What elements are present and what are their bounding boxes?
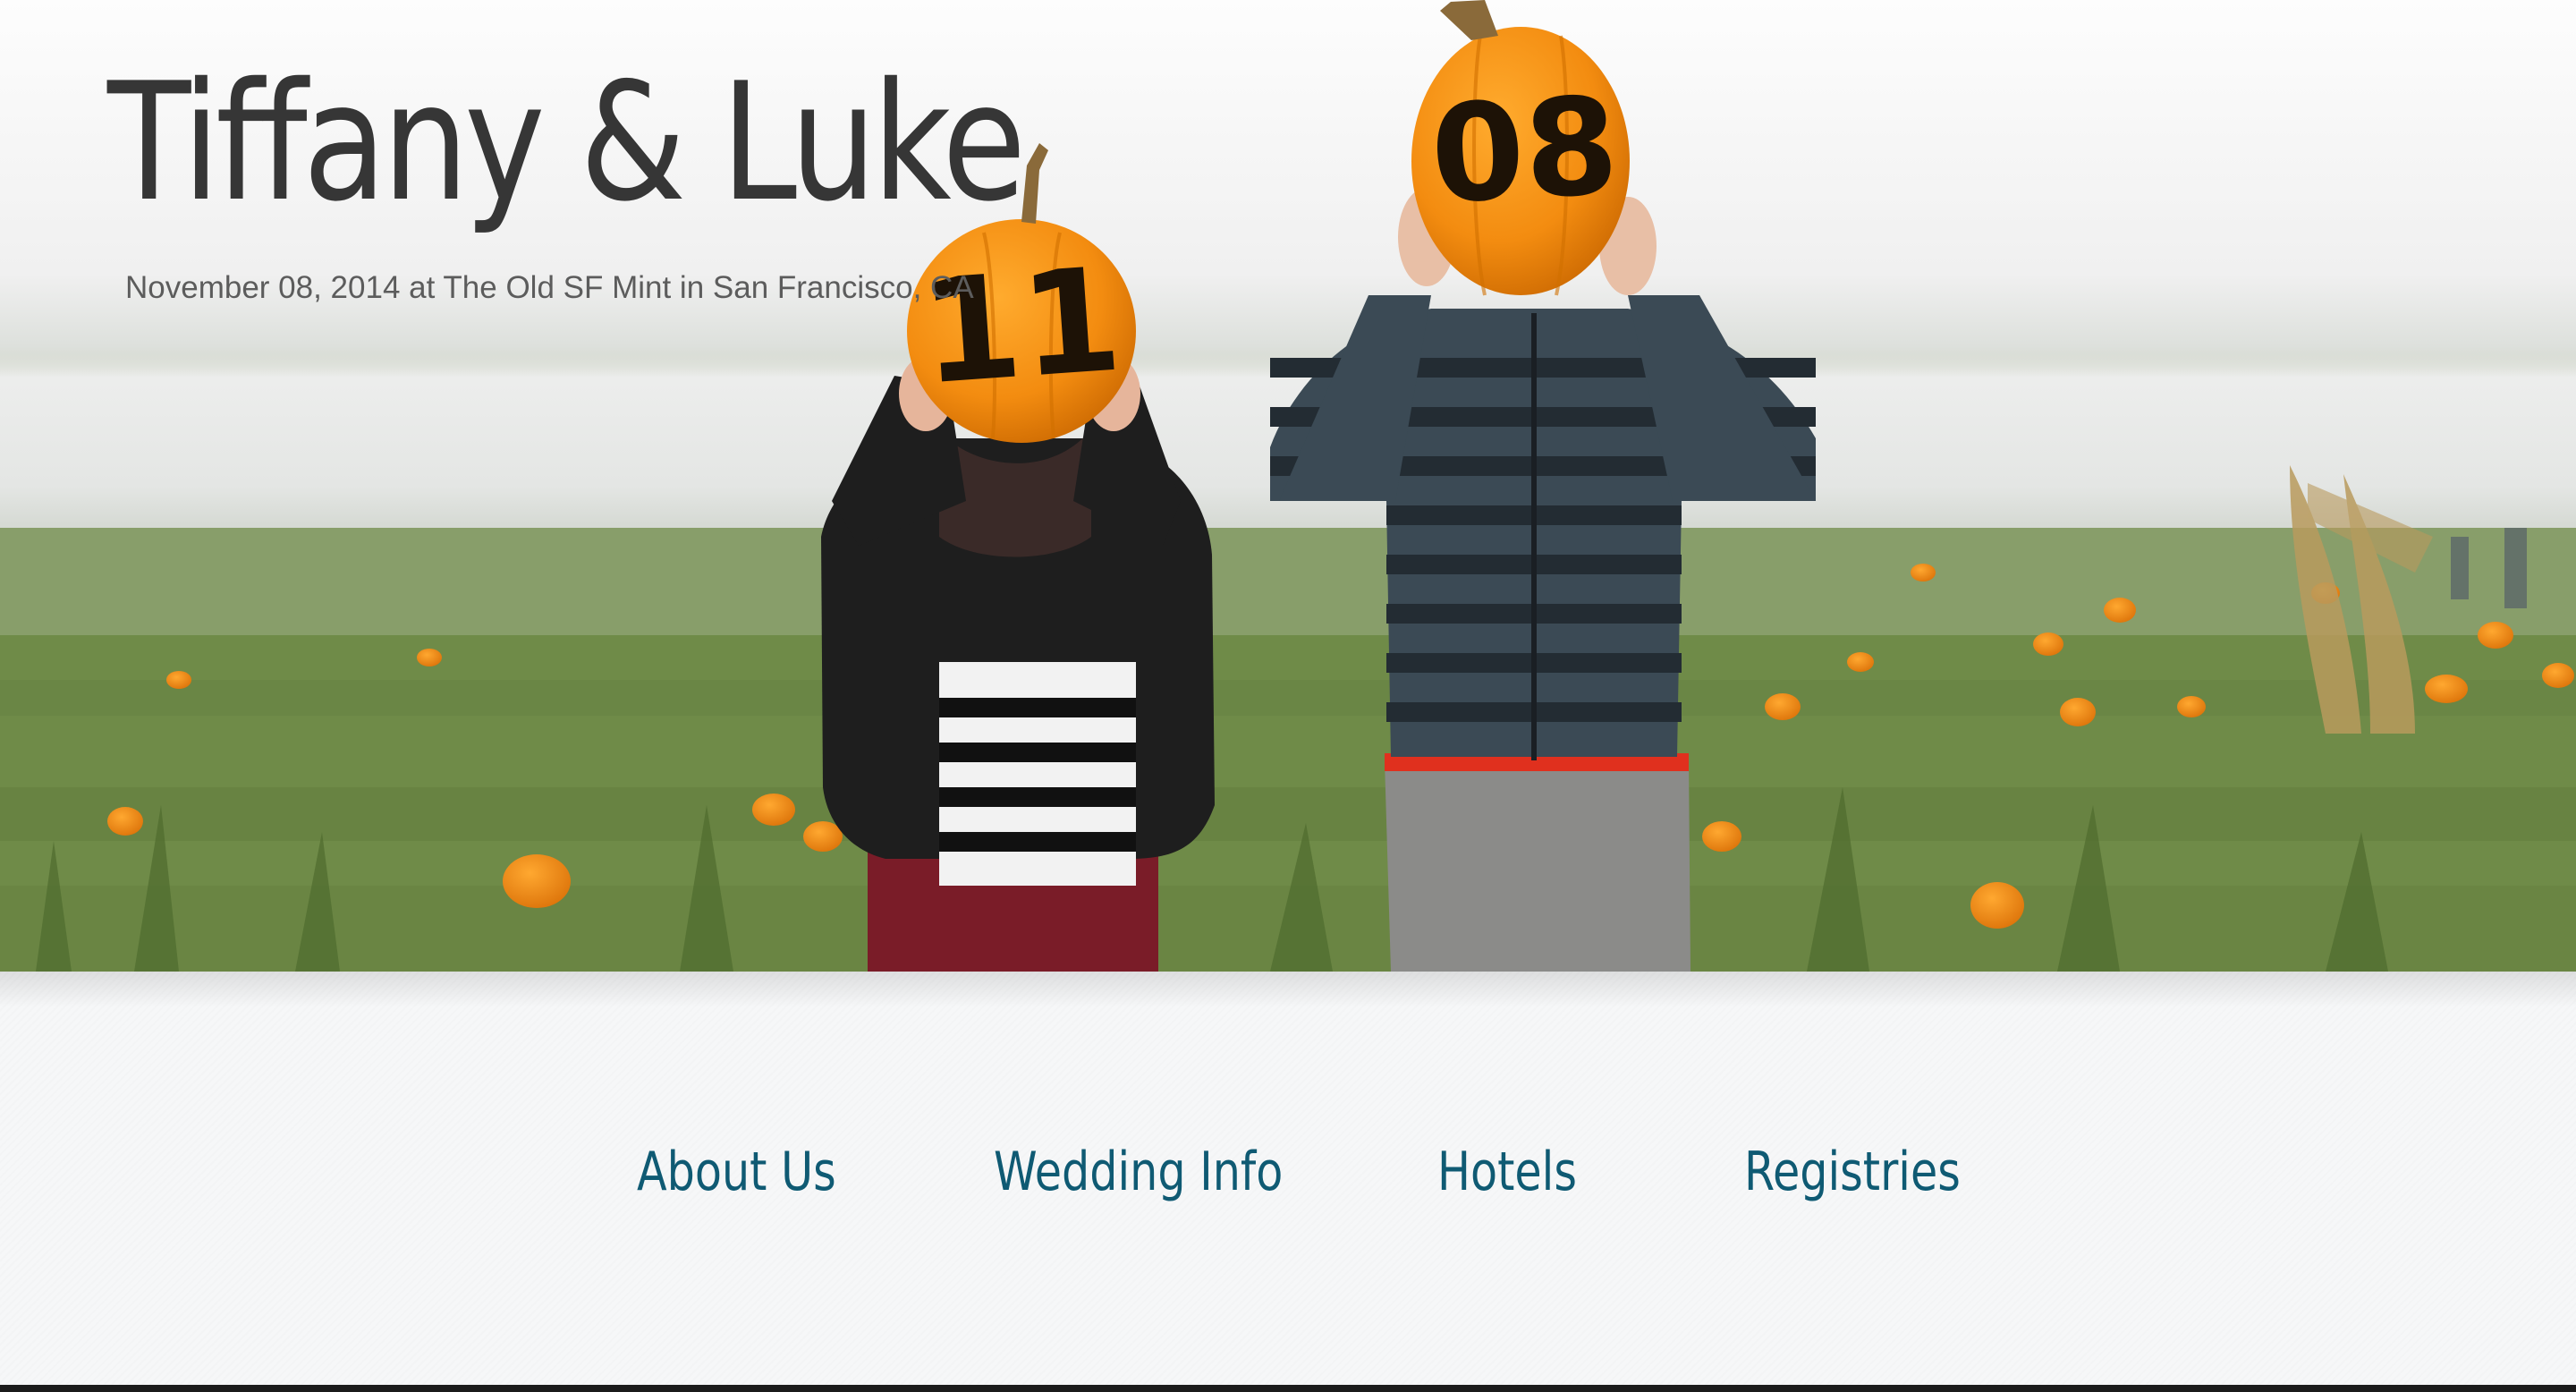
navigation-section: About Us Wedding Info Hotels Registries <box>0 972 2576 1385</box>
nav-link-registries[interactable]: Registries <box>1744 1136 1961 1208</box>
banner-shadow <box>0 972 2576 1007</box>
hero-banner: 11 08 Tiffany & Luke November 08, 2014 a… <box>0 0 2576 972</box>
window-bottom-edge <box>0 1385 2576 1392</box>
nav-link-wedding-info[interactable]: Wedding Info <box>994 1136 1283 1208</box>
pumpkin-right-number: 08 <box>1428 69 1623 234</box>
pumpkin-left-number: 11 <box>916 235 1126 416</box>
nav-link-about-us[interactable]: About Us <box>637 1136 836 1208</box>
main-nav: About Us Wedding Info Hotels Registries <box>0 1136 2576 1208</box>
site-title: Tiffany & Luke <box>107 47 1026 237</box>
striped-shirt <box>939 662 1136 886</box>
site-subtitle: November 08, 2014 at The Old SF Mint in … <box>125 270 974 305</box>
page: 11 08 Tiffany & Luke November 08, 2014 a… <box>0 0 2576 1392</box>
nav-link-hotels[interactable]: Hotels <box>1437 1136 1577 1208</box>
